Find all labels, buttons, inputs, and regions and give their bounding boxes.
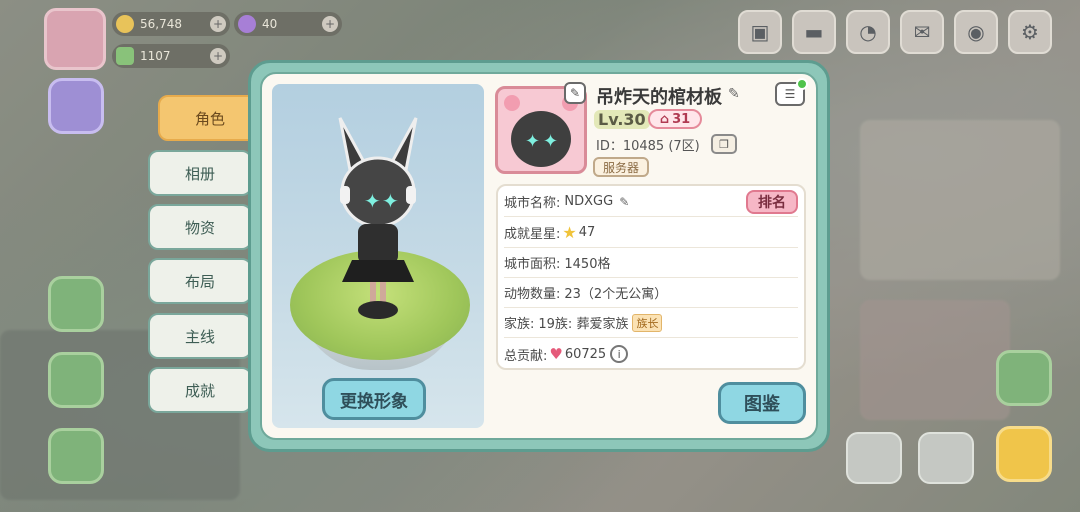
camera-button[interactable]: ◉ — [954, 10, 998, 54]
add-gems-icon[interactable]: + — [322, 16, 338, 32]
change-look-button[interactable]: 更换形象 — [322, 378, 426, 420]
gem-icon — [238, 15, 256, 33]
heart-icon: ♥ — [549, 345, 563, 363]
row-clan: 家族: 19族: 葬爱家族 族长 — [504, 308, 798, 338]
mail-button[interactable]: ✉ — [900, 10, 944, 54]
edit-city-name-icon[interactable]: ✎ — [619, 195, 629, 209]
stroller-icon: ◔ — [859, 20, 877, 44]
edit-avatar-icon[interactable]: ✎ — [564, 82, 586, 104]
tab-supplies[interactable]: 物资 — [148, 204, 252, 250]
svg-text:✦: ✦ — [364, 189, 381, 213]
svg-text:✦: ✦ — [525, 131, 540, 152]
house-icon: ⌂ — [659, 111, 670, 127]
tv-button[interactable]: ▣ — [738, 10, 782, 54]
helmet-button[interactable] — [996, 426, 1052, 482]
tab-layout[interactable]: 布局 — [148, 258, 252, 304]
tab-role[interactable]: 角色 — [158, 95, 262, 141]
player-name: 吊炸天的棺材板 — [596, 87, 722, 108]
row-stars: 成就星星: ★ 47 — [504, 218, 798, 248]
atlas-button[interactable]: 图鉴 — [718, 382, 806, 424]
home-level-badge: ⌂ 31 — [648, 109, 702, 129]
gear-icon: ⚙ — [1021, 20, 1039, 44]
side-button-2[interactable] — [48, 276, 104, 332]
coin-counter[interactable]: 56,748 + — [112, 12, 230, 36]
cash-icon — [116, 47, 134, 65]
stroller-button[interactable]: ◔ — [846, 10, 890, 54]
cash-counter[interactable]: 1107 + — [112, 44, 230, 68]
right-side-button[interactable] — [996, 350, 1052, 406]
copy-id-button[interactable]: ❐ — [711, 134, 737, 154]
side-button-3[interactable] — [48, 352, 104, 408]
row-animals: 动物数量: 23（2个无公寓） — [504, 278, 798, 308]
camera-icon: ◉ — [967, 20, 985, 44]
gem-counter[interactable]: 40 + — [234, 12, 342, 36]
user-list-icon: ☰ — [784, 87, 796, 101]
tab-main-quest[interactable]: 主线 — [148, 313, 252, 359]
star-icon: ★ — [562, 223, 577, 242]
side-button-1[interactable] — [48, 78, 104, 134]
tv-icon: ▣ — [750, 20, 770, 44]
player-id: ID：10485 (7区) — [596, 139, 700, 154]
mail-icon: ✉ — [913, 20, 931, 44]
add-coins-icon[interactable]: + — [210, 16, 226, 32]
notification-dot — [796, 78, 808, 90]
bottom-button[interactable] — [846, 432, 902, 484]
car-icon: ▬ — [804, 20, 824, 44]
player-avatar-hud[interactable] — [44, 8, 106, 70]
row-area: 城市面积: 1450格 — [504, 248, 798, 278]
rank-button[interactable]: 排名 — [746, 190, 798, 214]
info-icon[interactable]: i — [610, 345, 629, 363]
row-contribution: 总贡献: ♥ 60725 i — [504, 339, 798, 369]
server-button[interactable]: 服务器 — [593, 157, 649, 177]
edit-name-icon[interactable]: ✎ — [728, 86, 740, 102]
add-cash-icon[interactable]: + — [210, 48, 226, 64]
svg-text:✦: ✦ — [382, 189, 399, 213]
svg-text:✦: ✦ — [543, 131, 558, 152]
settings-button[interactable]: ⚙ — [1008, 10, 1052, 54]
bottom-button[interactable] — [918, 432, 974, 484]
tab-album[interactable]: 相册 — [148, 150, 252, 196]
tab-achievements[interactable]: 成就 — [148, 367, 252, 413]
side-button-3d[interactable] — [48, 428, 104, 484]
vehicle-button[interactable]: ▬ — [792, 10, 836, 54]
coin-icon — [116, 15, 134, 33]
clan-role-tag: 族长 — [632, 313, 663, 332]
player-level: Lv.30 — [594, 110, 650, 129]
character-sprite: ✦ ✦ — [338, 117, 418, 319]
copy-icon: ❐ — [719, 137, 729, 151]
